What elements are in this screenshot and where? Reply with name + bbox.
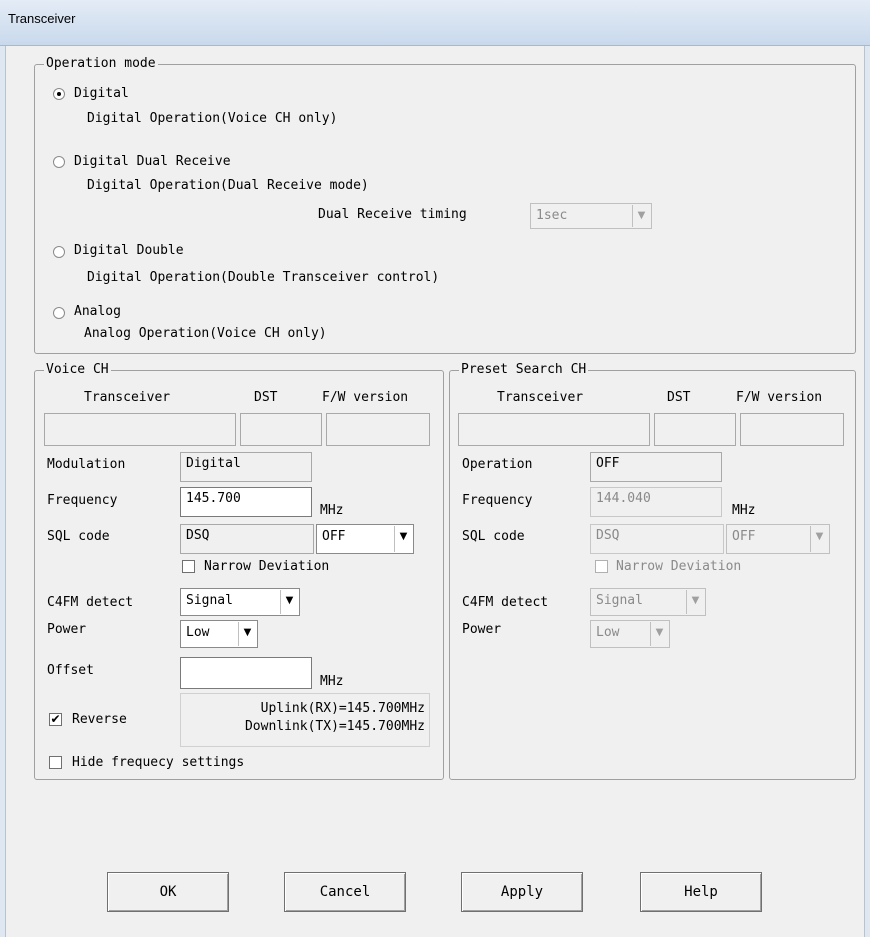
voice-frequency-unit: MHz <box>320 503 344 518</box>
title-bar: Transceiver <box>0 0 870 46</box>
chevron-down-icon: ▼ <box>394 526 412 552</box>
preset-narrow-checkbox[interactable] <box>595 560 608 573</box>
voice-reverse-checkbox[interactable]: ✔ <box>49 713 62 726</box>
window-title: Transceiver <box>8 11 76 26</box>
preset-narrow-label: Narrow Deviation <box>616 559 742 574</box>
voice-offset-input[interactable] <box>180 657 312 689</box>
voice-link-info: Uplink(RX)=145.700MHz Downlink(TX)=145.7… <box>180 693 430 747</box>
dual-receive-timing-label: Dual Receive timing <box>318 207 467 222</box>
analog-label[interactable]: Analog <box>74 304 121 319</box>
ok-button[interactable]: OK <box>107 872 229 912</box>
preset-power-select[interactable]: Low ▼ <box>590 620 670 648</box>
voice-reverse-label[interactable]: Reverse <box>72 712 127 727</box>
digital-double-label[interactable]: Digital Double <box>74 243 184 258</box>
preset-frequency-label: Frequency <box>462 493 533 508</box>
preset-fw-field <box>740 413 844 446</box>
operation-mode-label: Operation mode <box>44 56 158 71</box>
chevron-down-icon: ▼ <box>810 526 828 552</box>
voice-narrow-checkbox[interactable] <box>182 560 195 573</box>
voice-uplink-text: Uplink(RX)=145.700MHz <box>260 701 425 716</box>
preset-power-label: Power <box>462 622 502 637</box>
digital-label[interactable]: Digital <box>74 86 129 101</box>
voice-sql-code-field: DSQ <box>180 524 314 554</box>
voice-dst-field <box>240 413 322 446</box>
preset-sql-code-field: DSQ <box>590 524 724 554</box>
preset-sql-label: SQL code <box>462 529 525 544</box>
voice-power-select[interactable]: Low ▼ <box>180 620 258 648</box>
preset-frequency-unit: MHz <box>732 503 756 518</box>
voice-sql-select-value: OFF <box>322 529 346 544</box>
preset-power-value: Low <box>596 625 620 640</box>
voice-col-transceiver: Transceiver <box>84 390 171 405</box>
hide-frequency-label[interactable]: Hide frequecy settings <box>72 755 244 770</box>
voice-frequency-label: Frequency <box>47 493 118 508</box>
preset-operation-label: Operation <box>462 457 533 472</box>
voice-offset-unit: MHz <box>320 674 344 689</box>
preset-ch-label: Preset Search CH <box>459 362 589 377</box>
chevron-down-icon: ▼ <box>238 622 256 646</box>
voice-downlink-text: Downlink(TX)=145.700MHz <box>244 719 425 734</box>
voice-frequency-input[interactable]: 145.700 <box>180 487 312 517</box>
voice-transceiver-field <box>44 413 236 446</box>
voice-ch-label: Voice CH <box>44 362 111 377</box>
digital-desc: Digital Operation(Voice CH only) <box>87 111 338 126</box>
chevron-down-icon: ▼ <box>650 622 668 646</box>
voice-power-value: Low <box>186 625 210 640</box>
digital-double-radio[interactable] <box>53 246 65 258</box>
voice-col-fw: F/W version <box>322 390 409 405</box>
apply-button[interactable]: Apply <box>461 872 583 912</box>
preset-c4fm-label: C4FM detect <box>462 595 549 610</box>
preset-frequency-field: 144.040 <box>590 487 722 517</box>
preset-col-fw: F/W version <box>736 390 823 405</box>
voice-c4fm-value: Signal <box>186 593 233 608</box>
voice-c4fm-label: C4FM detect <box>47 595 134 610</box>
voice-fw-field <box>326 413 430 446</box>
window-left-border <box>0 46 6 937</box>
dual-receive-label[interactable]: Digital Dual Receive <box>74 154 231 169</box>
voice-col-dst: DST <box>254 390 278 405</box>
preset-transceiver-field <box>458 413 650 446</box>
chevron-down-icon: ▼ <box>686 590 704 614</box>
voice-modulation-label: Modulation <box>47 457 126 472</box>
voice-offset-label: Offset <box>47 663 94 678</box>
dual-receive-radio[interactable] <box>53 156 65 168</box>
preset-c4fm-select[interactable]: Signal ▼ <box>590 588 706 616</box>
preset-sql-select-value: OFF <box>732 529 756 544</box>
dual-receive-desc: Digital Operation(Dual Receive mode) <box>87 178 369 193</box>
preset-operation-field: OFF <box>590 452 722 482</box>
preset-dst-field <box>654 413 736 446</box>
chevron-down-icon: ▼ <box>632 205 650 227</box>
preset-sql-select[interactable]: OFF ▼ <box>726 524 830 554</box>
digital-double-desc: Digital Operation(Double Transceiver con… <box>87 270 440 285</box>
chevron-down-icon: ▼ <box>280 590 298 614</box>
dual-receive-timing-value: 1sec <box>536 208 568 223</box>
cancel-button[interactable]: Cancel <box>284 872 406 912</box>
voice-c4fm-select[interactable]: Signal ▼ <box>180 588 300 616</box>
digital-radio[interactable] <box>53 88 65 100</box>
help-button[interactable]: Help <box>640 872 762 912</box>
voice-power-label: Power <box>47 622 87 637</box>
voice-sql-label: SQL code <box>47 529 110 544</box>
analog-radio[interactable] <box>53 307 65 319</box>
hide-frequency-checkbox[interactable] <box>49 756 62 769</box>
voice-narrow-label[interactable]: Narrow Deviation <box>204 559 329 574</box>
preset-col-transceiver: Transceiver <box>497 390 584 405</box>
voice-modulation-field: Digital <box>180 452 312 482</box>
dual-receive-timing-select[interactable]: 1sec ▼ <box>530 203 652 229</box>
analog-desc: Analog Operation(Voice CH only) <box>84 326 327 341</box>
voice-sql-select[interactable]: OFF ▼ <box>316 524 414 554</box>
preset-c4fm-value: Signal <box>596 593 643 608</box>
window-right-border <box>864 46 870 937</box>
preset-col-dst: DST <box>667 390 691 405</box>
